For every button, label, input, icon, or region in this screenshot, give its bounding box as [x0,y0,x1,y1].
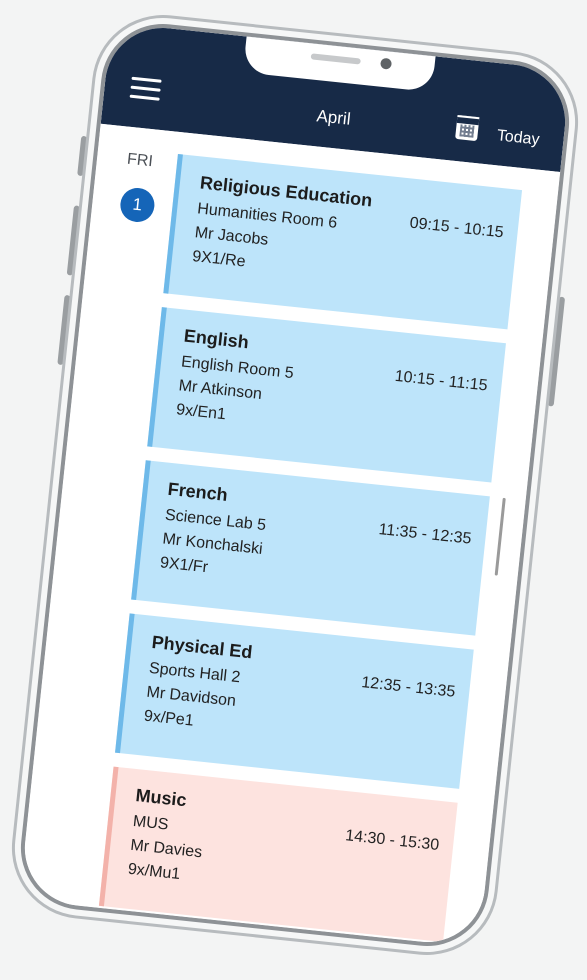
scrollbar[interactable] [494,497,506,576]
event-title: English [182,325,250,353]
event-time: 11:35 - 12:35 [377,521,473,548]
event-card-french[interactable]: French 11:35 - 12:35 Science Lab 5 Mr Ko… [131,460,490,636]
event-teacher: Mr Davidson [145,683,237,710]
event-teacher: Mr Atkinson [177,377,263,403]
timetable-list[interactable]: FRI 1 Religious Education 09:15 - 10:15 … [19,123,561,948]
event-card-music[interactable]: Music 14:30 - 15:30 MUS Mr Davies 9x/Mu1 [98,766,458,942]
event-time: 10:15 - 11:15 [393,367,489,395]
event-group: 9x/Pe1 [143,707,195,730]
event-time: 12:35 - 13:35 [360,674,457,701]
event-group: 9x/Mu1 [127,860,182,884]
event-teacher: Mr Jacobs [193,224,270,249]
event-time: 09:15 - 10:15 [408,214,505,242]
silent-switch [77,135,88,177]
event-title: French [166,478,229,505]
calendar-icon[interactable] [455,114,480,142]
phone-notch [242,32,436,93]
event-room: Sports Hall 2 [148,659,242,687]
front-camera [379,57,393,70]
volume-up-button [66,205,80,276]
event-card-religious-education[interactable]: Religious Education 09:15 - 10:15 Humani… [163,153,523,330]
event-card-physical-ed[interactable]: Physical Ed 12:35 - 13:35 Sports Hall 2 … [115,613,474,789]
phone-device: April Today FRI 1 Religious Education 09… [14,17,576,953]
event-group: 9X1/Re [191,248,247,271]
speaker-grille [310,53,361,65]
power-button [547,296,566,407]
today-button[interactable]: Today [496,127,540,149]
event-card-english[interactable]: English 10:15 - 11:15 English Room 5 Mr … [147,307,506,483]
event-group: 9X1/Fr [159,554,209,577]
event-title: Physical Ed [150,631,254,663]
event-time: 14:30 - 15:30 [344,827,440,854]
event-group: 9x/En1 [175,401,227,424]
day-number-badge: 1 [118,186,157,224]
volume-down-button [57,294,71,366]
day-of-week-label: FRI [126,150,154,171]
event-teacher: Mr Konchalski [161,530,264,558]
phone-screen: April Today FRI 1 Religious Education 09… [14,17,576,953]
event-room: MUS [132,812,170,834]
event-teacher: Mr Davies [129,836,203,862]
event-room: Science Lab 5 [164,506,267,535]
event-title: Music [134,785,188,811]
